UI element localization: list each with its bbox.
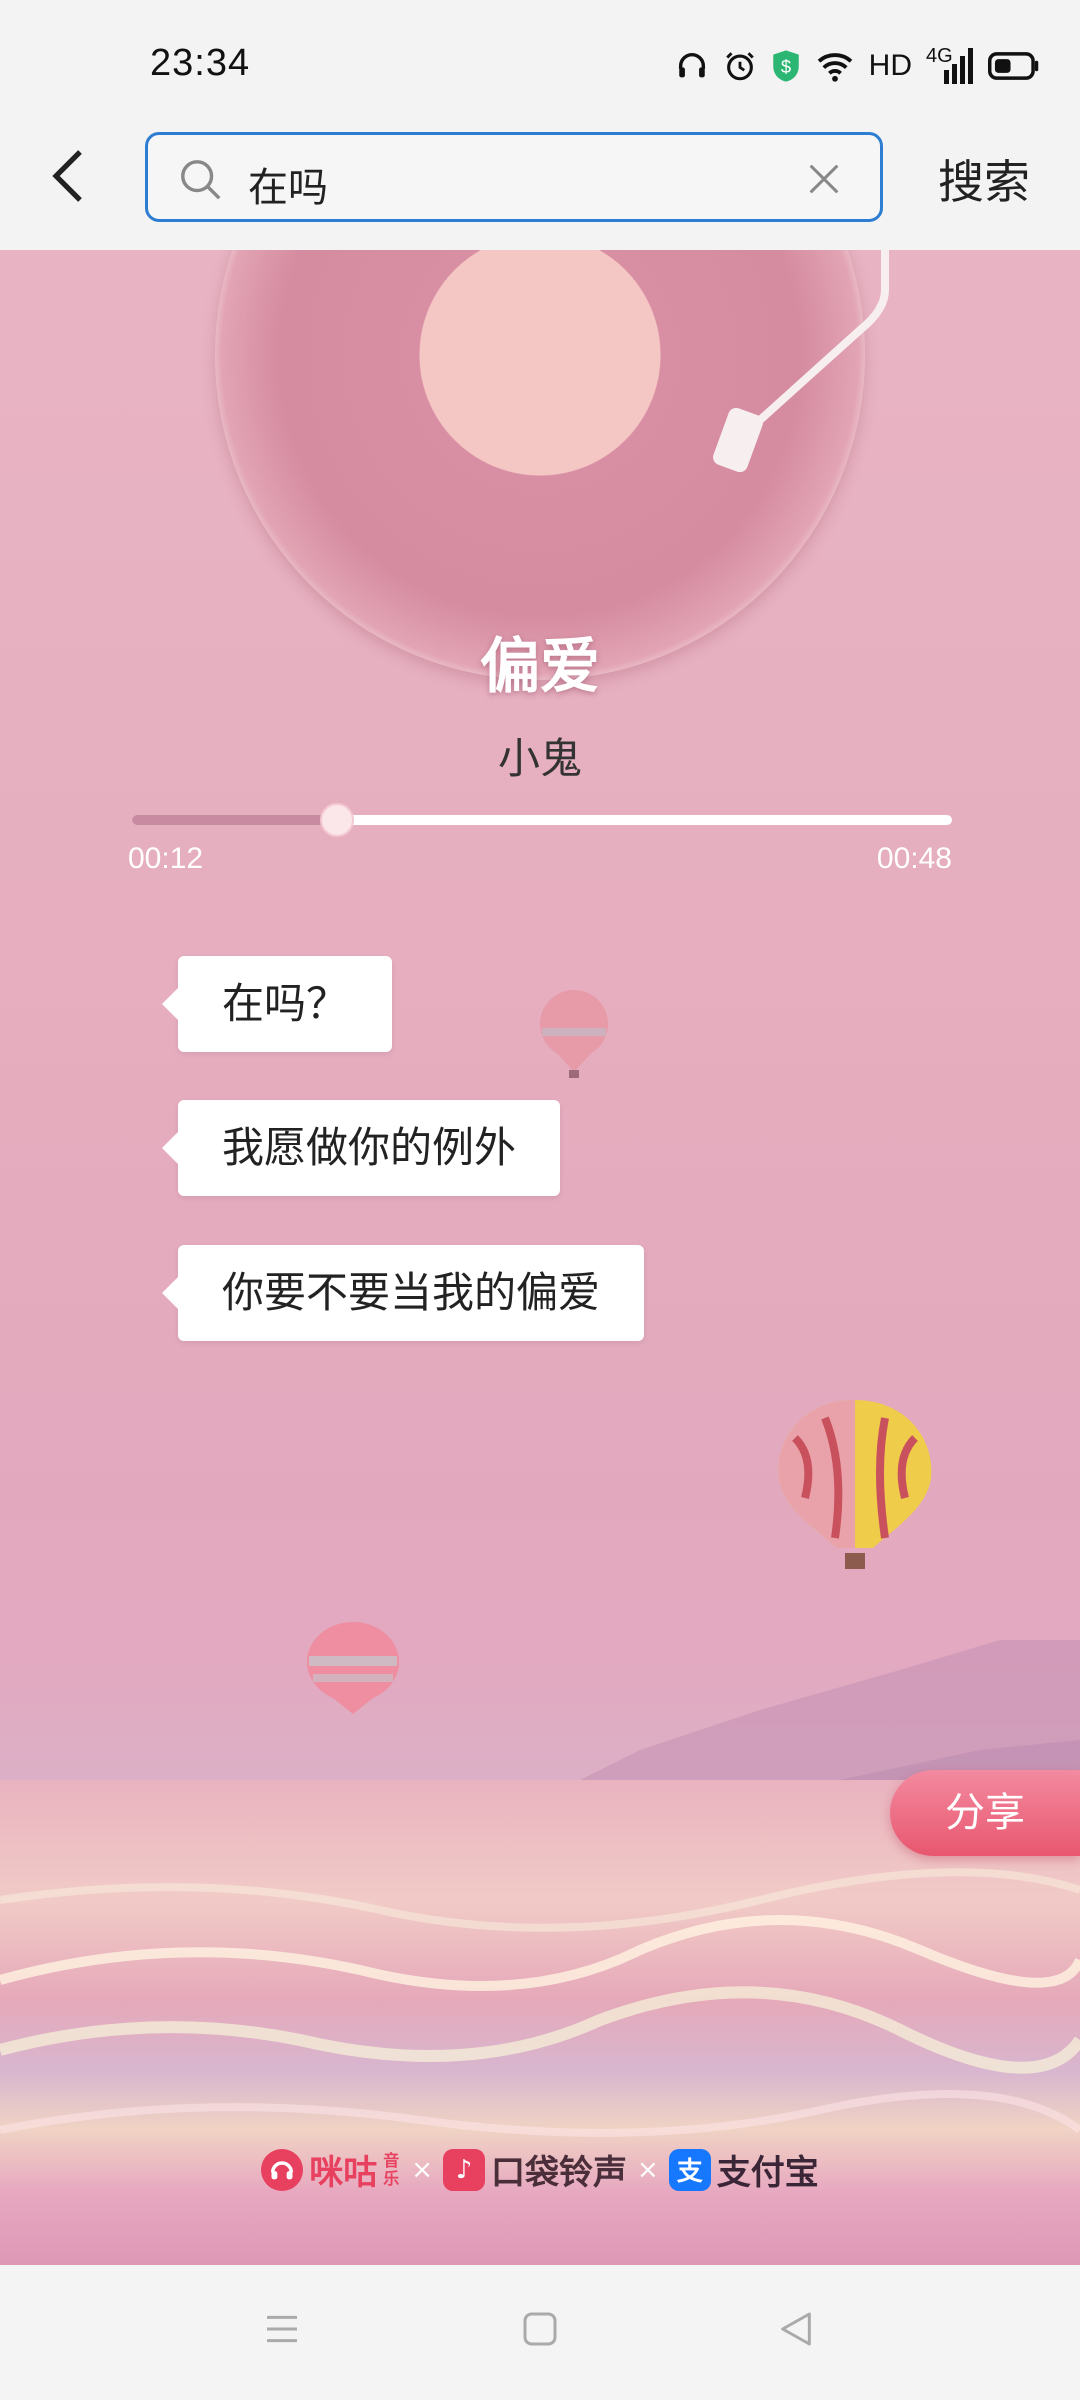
status-time: 23:34 xyxy=(150,42,251,84)
progress-knob[interactable] xyxy=(320,803,354,837)
song-title: 偏爱 xyxy=(480,632,600,702)
clear-icon[interactable] xyxy=(804,159,844,203)
progress-slider[interactable] xyxy=(132,803,952,837)
wifi-icon xyxy=(815,50,855,82)
partner-logos: 咪咕 音乐 × ♪ 口袋铃声 × 支 支付宝 xyxy=(0,2145,1080,2194)
brand-separator: × xyxy=(411,2154,433,2185)
progress-fill xyxy=(132,815,337,825)
koudai-logo: ♪ 口袋铃声 xyxy=(443,2145,627,2194)
alarm-icon xyxy=(723,49,757,83)
migu-logo-sub: 音乐 xyxy=(383,2150,400,2188)
koudai-logo-text: 口袋铃声 xyxy=(491,2153,627,2193)
battery-icon xyxy=(988,51,1040,81)
search-input[interactable]: 在吗 xyxy=(145,132,883,222)
svg-text:$: $ xyxy=(781,56,791,77)
lyric-bubble: 你要不要当我的偏爱 xyxy=(161,1245,645,1341)
lyric-bubble: 在吗？ xyxy=(161,956,393,1052)
total-time: 00:48 xyxy=(876,842,952,875)
alipay-logo: 支 支付宝 xyxy=(668,2145,819,2194)
status-icons: $ HD 4G xyxy=(675,46,1040,86)
player-card: 偏爱 小鬼 00:12 00:48 在吗？ 我愿做你的例外 你要不要当我的偏爱 … xyxy=(0,250,1080,2265)
alipay-icon: 支 xyxy=(668,2148,711,2191)
migu-logo: 咪咕 音乐 xyxy=(261,2145,401,2194)
search-icon xyxy=(178,157,224,207)
brand-separator: × xyxy=(637,2154,659,2185)
back-icon[interactable] xyxy=(776,2309,816,2353)
search-query-text[interactable]: 在吗 xyxy=(248,155,328,213)
hd-label: HD xyxy=(868,49,912,82)
menu-icon[interactable] xyxy=(262,2309,302,2353)
back-button[interactable] xyxy=(40,146,100,206)
song-artist: 小鬼 xyxy=(497,734,582,783)
balloon-illustration xyxy=(307,1622,399,1714)
signal-icon: 4G xyxy=(926,46,974,86)
search-bar: 在吗 搜索 xyxy=(0,100,1080,250)
headphones-icon xyxy=(675,49,709,83)
chevron-left-icon xyxy=(52,150,82,202)
alipay-logo-text: 支付宝 xyxy=(716,2153,819,2193)
share-button[interactable]: 分享 xyxy=(890,1770,1080,1856)
system-nav-bar xyxy=(0,2265,1080,2400)
balloon-illustration xyxy=(540,990,608,1078)
current-time: 00:12 xyxy=(128,842,204,875)
lyric-bubble: 我愿做你的例外 xyxy=(161,1100,561,1196)
tonearm-illustration xyxy=(713,250,889,473)
migu-logo-icon xyxy=(261,2148,304,2191)
home-icon[interactable] xyxy=(520,2309,560,2353)
balloon-illustration xyxy=(778,1400,932,1569)
migu-logo-text: 咪咕 xyxy=(309,2153,378,2193)
shield-icon: $ xyxy=(771,49,801,83)
music-note-icon: ♪ xyxy=(443,2148,485,2191)
search-button[interactable]: 搜索 xyxy=(938,146,1030,212)
